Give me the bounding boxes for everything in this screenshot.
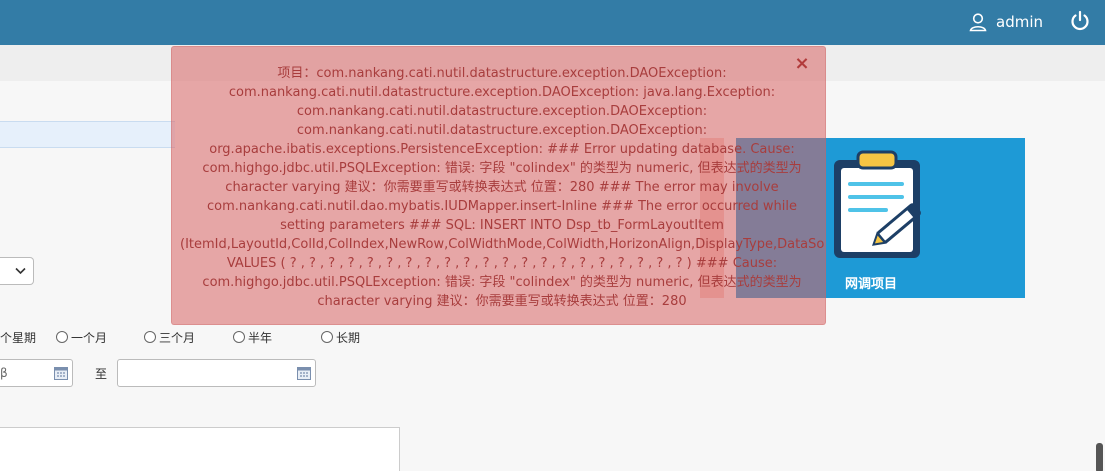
date-range-separator: 至 (95, 367, 108, 381)
start-date-value: β (0, 366, 8, 380)
section-header-strip (0, 121, 175, 148)
page-scrollbar[interactable] (1096, 443, 1103, 471)
user-icon (969, 13, 987, 32)
power-icon[interactable] (1069, 10, 1091, 32)
radio-one-week[interactable]: 个星期 (0, 328, 36, 346)
description-textarea[interactable] (0, 427, 400, 471)
calendar-icon[interactable] (297, 366, 311, 380)
radio-label: 三个月 (159, 330, 196, 345)
project-select[interactable] (0, 257, 34, 285)
user-menu[interactable]: admin (968, 10, 1043, 34)
radio-label: 长期 (336, 330, 361, 345)
radio-label: 半年 (248, 330, 273, 345)
radio-button[interactable] (144, 331, 156, 343)
period-radio-group: 个星期 一个月 三个月 半年 长期 (0, 328, 400, 346)
radio-three-months[interactable]: 三个月 (144, 328, 195, 346)
clipboard-pen-icon (834, 150, 921, 258)
username-label: admin (996, 13, 1043, 31)
radio-button[interactable] (321, 331, 333, 343)
radio-button[interactable] (56, 331, 68, 343)
radio-button[interactable] (233, 331, 245, 343)
top-navbar: admin (0, 0, 1105, 45)
radio-label: 个星期 (0, 330, 37, 345)
radio-half-year[interactable]: 半年 (233, 328, 272, 346)
radio-label: 一个月 (71, 330, 108, 345)
radio-long-term[interactable]: 长期 (321, 328, 360, 346)
error-toast: 项目：com.nankang.cati.nutil.datastructure.… (171, 46, 826, 325)
close-icon[interactable]: × (794, 55, 810, 73)
end-date-input[interactable] (117, 359, 316, 387)
radio-one-month[interactable]: 一个月 (56, 328, 107, 346)
start-date-input[interactable]: β (0, 359, 73, 387)
calendar-icon[interactable] (54, 366, 68, 380)
chevron-down-icon (15, 267, 26, 275)
error-message: 项目：com.nankang.cati.nutil.datastructure.… (180, 66, 825, 309)
